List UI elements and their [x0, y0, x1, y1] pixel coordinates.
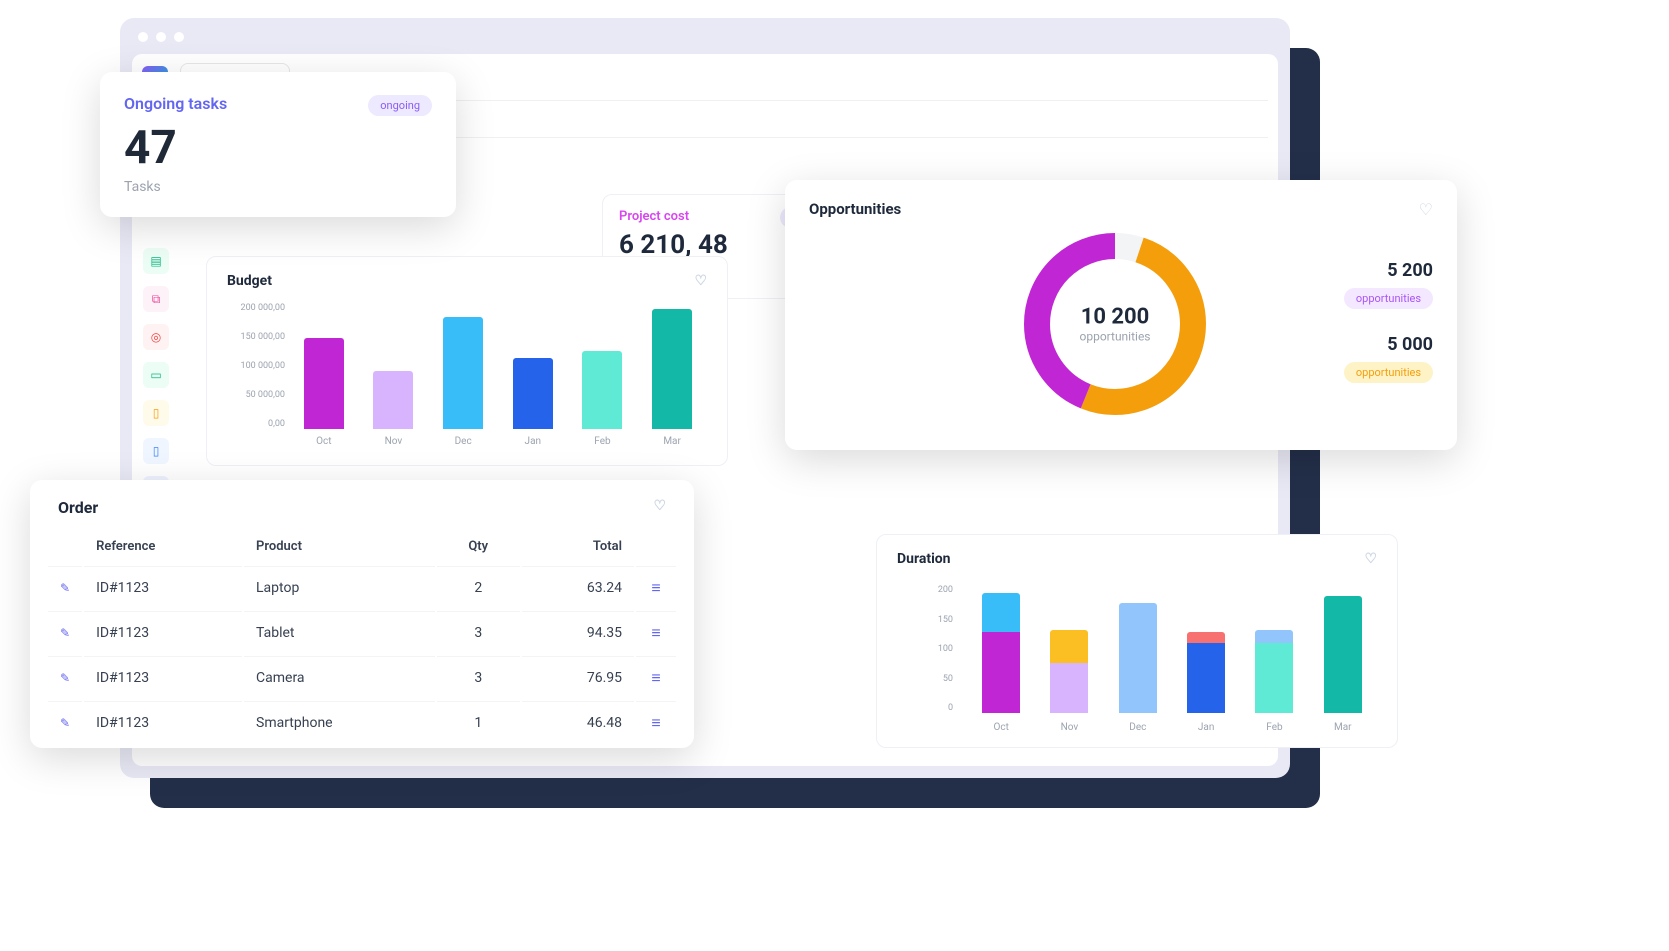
cell-total: 76.95	[522, 656, 634, 699]
rail-chart-icon[interactable]: ▤	[143, 248, 169, 274]
cell-total: 46.48	[522, 701, 634, 744]
menu-icon[interactable]: ≡	[651, 623, 660, 642]
bar	[582, 351, 622, 429]
cell-product: Laptop	[244, 566, 435, 609]
cell-reference: ID#1123	[84, 701, 242, 744]
cell-qty: 2	[437, 566, 520, 609]
card-title: Order	[58, 498, 98, 517]
heart-icon[interactable]: ♡	[1364, 551, 1377, 567]
cell-reference: ID#1123	[84, 611, 242, 654]
stacked-bar	[1255, 630, 1293, 713]
card-unit: Tasks	[124, 179, 227, 195]
budget-chart-panel: Budget ♡ 200 000,00150 000,00100 000,005…	[206, 256, 728, 466]
bar-chart: 200 000,00150 000,00100 000,0050 000,000…	[289, 303, 707, 447]
panel-title: Duration	[897, 551, 951, 567]
table-row: ✎ ID#1123Tablet394.35 ≡	[48, 611, 676, 654]
stat-value: 5 000	[1344, 334, 1433, 355]
donut-label: opportunities	[1079, 330, 1150, 344]
col-product: Product	[244, 533, 435, 564]
card-title: Ongoing tasks	[124, 94, 227, 113]
x-axis: OctNovDecJanFebMar	[289, 436, 707, 447]
heart-icon[interactable]: ♡	[1419, 200, 1433, 219]
edit-icon[interactable]: ✎	[60, 626, 70, 640]
cell-reference: ID#1123	[84, 566, 242, 609]
bar	[513, 358, 553, 429]
menu-icon[interactable]: ≡	[651, 578, 660, 597]
stat-value: 5 200	[1344, 260, 1433, 281]
cell-product: Tablet	[244, 611, 435, 654]
table-row: ✎ ID#1123Laptop263.24 ≡	[48, 566, 676, 609]
opportunities-card: Opportunities ♡ 10 200 opportunities 5 2…	[785, 180, 1457, 450]
card-title: Opportunities	[809, 200, 1433, 218]
cell-product: Camera	[244, 656, 435, 699]
rail-phone-icon[interactable]: ▯	[143, 438, 169, 464]
table-row: ✎ ID#1123Smartphone146.48 ≡	[48, 701, 676, 744]
heart-icon[interactable]: ♡	[653, 498, 666, 517]
stacked-bar	[982, 593, 1020, 713]
col-total: Total	[522, 533, 634, 564]
cell-qty: 1	[437, 701, 520, 744]
bar	[652, 309, 692, 429]
stacked-bar	[1119, 603, 1157, 713]
donut-total: 10 200	[1079, 305, 1150, 330]
cell-qty: 3	[437, 611, 520, 654]
order-card: Order ♡ Reference Product Qty Total ✎ ID#…	[30, 480, 694, 748]
heart-icon[interactable]: ♡	[694, 273, 707, 289]
bar	[443, 317, 483, 429]
bars	[289, 309, 707, 429]
window-controls[interactable]	[138, 32, 184, 42]
rail-briefcase-icon[interactable]: ▭	[143, 362, 169, 388]
card-value: 47	[124, 125, 227, 171]
edit-icon[interactable]: ✎	[60, 671, 70, 685]
menu-icon[interactable]: ≡	[651, 668, 660, 687]
window-control-dot[interactable]	[138, 32, 148, 42]
cell-total: 63.24	[522, 566, 634, 609]
cell-reference: ID#1123	[84, 656, 242, 699]
col-qty: Qty	[437, 533, 520, 564]
bar	[373, 371, 413, 429]
opportunity-stats: 5 200 opportunities 5 000 opportunities	[1344, 260, 1433, 408]
table-row: ✎ ID#1123Camera376.95 ≡	[48, 656, 676, 699]
stacked-bar	[1187, 632, 1225, 713]
stat-badge: opportunities	[1344, 288, 1433, 309]
y-axis: 200150100500	[915, 585, 953, 713]
panel-title: Budget	[227, 273, 272, 289]
stacked-bars	[967, 593, 1377, 713]
window-control-dot[interactable]	[174, 32, 184, 42]
stacked-bar	[1324, 596, 1362, 713]
cell-product: Smartphone	[244, 701, 435, 744]
donut-chart: 10 200 opportunities	[1015, 224, 1215, 424]
rail-cart-icon[interactable]: ⧉	[143, 286, 169, 312]
status-badge: ongoing	[368, 95, 432, 116]
edit-icon[interactable]: ✎	[60, 716, 70, 730]
ongoing-tasks-card: Ongoing tasks 47 Tasks ongoing	[100, 72, 456, 217]
cell-total: 94.35	[522, 611, 634, 654]
cell-qty: 3	[437, 656, 520, 699]
rail-target-icon[interactable]: ◎	[143, 324, 169, 350]
stacked-bar	[1050, 630, 1088, 713]
order-table: Reference Product Qty Total ✎ID#1123Lapt…	[30, 531, 694, 746]
col-reference: Reference	[84, 533, 242, 564]
x-axis: OctNovDecJanFebMar	[967, 722, 1377, 733]
y-axis: 200 000,00150 000,00100 000,0050 000,000…	[227, 303, 285, 429]
bar	[304, 338, 344, 429]
rail-doc-icon[interactable]: ▯	[143, 400, 169, 426]
edit-icon[interactable]: ✎	[60, 581, 70, 595]
window-control-dot[interactable]	[156, 32, 166, 42]
stat-badge: opportunities	[1344, 362, 1433, 383]
menu-icon[interactable]: ≡	[651, 713, 660, 732]
duration-chart-panel: Duration ♡ 200150100500 OctNovDecJanFebM…	[876, 534, 1398, 748]
